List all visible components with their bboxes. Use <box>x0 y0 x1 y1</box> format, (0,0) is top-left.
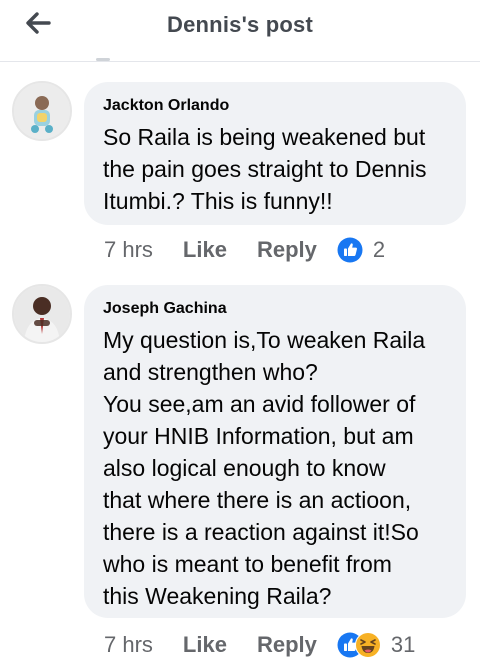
reaction-count: 2 <box>372 237 386 262</box>
like-button[interactable]: Like <box>183 632 227 658</box>
avatar[interactable] <box>12 81 72 141</box>
page-title: Dennis's post <box>167 12 313 37</box>
avatar[interactable] <box>12 284 72 344</box>
comment-time[interactable]: 7 hrs <box>104 237 153 263</box>
comment-time[interactable]: 7 hrs <box>104 632 153 658</box>
comment-actions: 7 hrs Like Reply 31 <box>104 630 415 660</box>
like-icon <box>337 237 363 263</box>
comment-author[interactable]: Joseph Gachina <box>103 299 448 319</box>
comment-bubble: Jackton Orlando So Raila is being weaken… <box>84 82 466 225</box>
haha-icon <box>354 632 381 658</box>
reply-button[interactable]: Reply <box>257 632 317 658</box>
reaction-count: 31 <box>390 632 416 657</box>
comment-bubble: Joseph Gachina My question is,To weaken … <box>84 285 466 618</box>
avatar-child-icon <box>14 83 70 139</box>
scroll-indicator <box>96 58 110 61</box>
comment-author[interactable]: Jackton Orlando <box>103 96 448 116</box>
comment-text: My question is,To weaken Raila and stren… <box>103 327 426 609</box>
comment-actions: 7 hrs Like Reply 2 <box>104 235 385 265</box>
comment-text: So Raila is being weakened but the pain … <box>103 124 427 214</box>
avatar-man-icon <box>14 286 70 342</box>
like-button[interactable]: Like <box>183 237 227 263</box>
reply-button[interactable]: Reply <box>257 237 317 263</box>
reaction-summary[interactable]: 31 <box>337 632 415 658</box>
top-bar: Dennis's post <box>0 0 480 62</box>
reaction-summary[interactable]: 2 <box>337 237 385 263</box>
